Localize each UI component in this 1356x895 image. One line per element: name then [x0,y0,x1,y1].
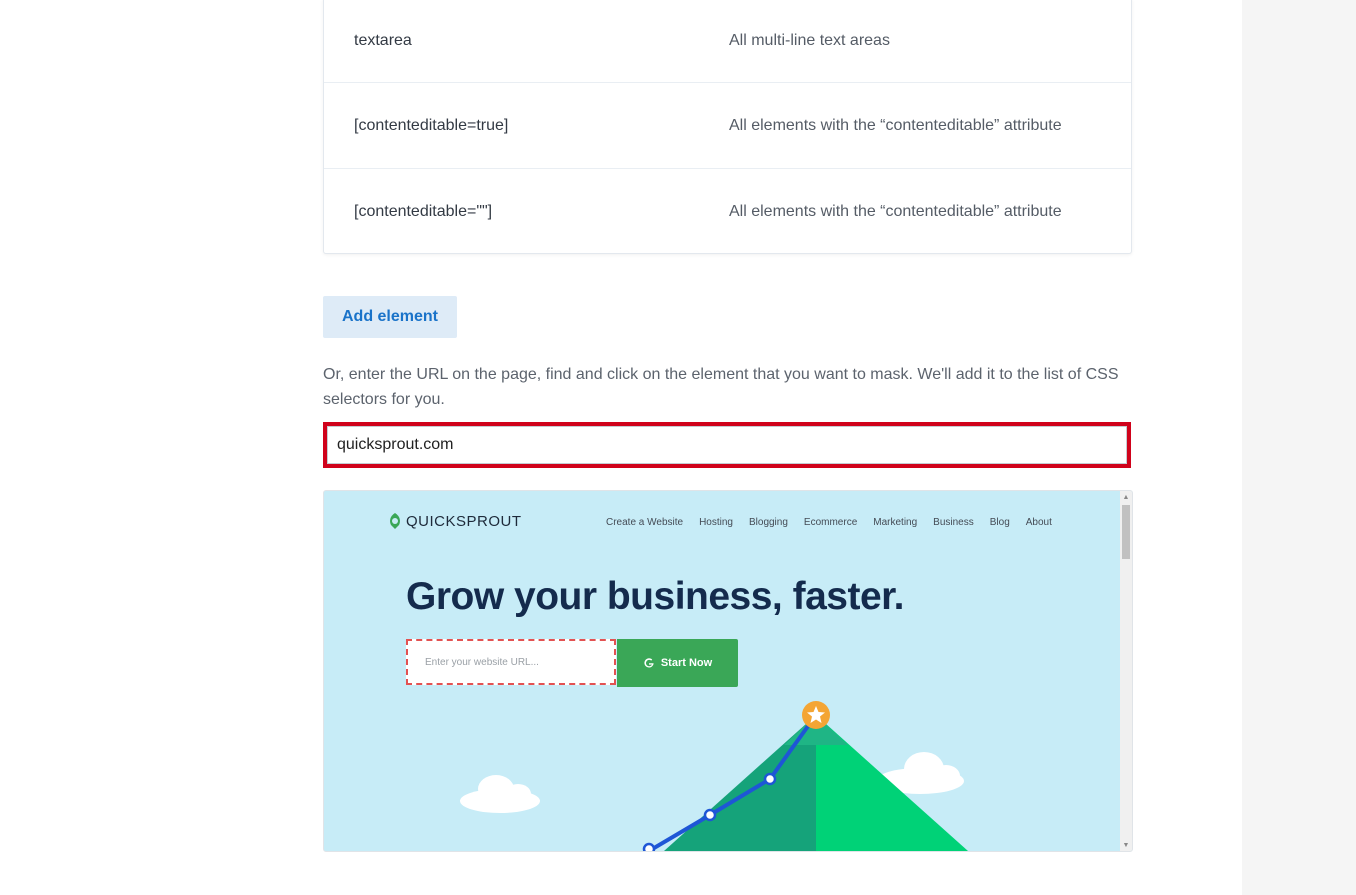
google-g-icon [644,658,654,668]
url-input-highlight [323,422,1131,468]
scroll-thumb[interactable] [1122,505,1130,559]
nav-item-ecommerce[interactable]: Ecommerce [804,517,857,528]
quicksprout-logo[interactable]: QUICKSPROUT [388,512,522,530]
nav-item-hosting[interactable]: Hosting [699,517,733,528]
description-cell: All multi-line text areas [729,31,890,49]
nav-item-business[interactable]: Business [933,517,974,528]
table-row: [contenteditable=""] All elements with t… [324,169,1131,254]
logo-text: QUICKSPROUT [406,512,522,530]
url-hint-text: Or, enter the URL on the page, find and … [323,366,1119,408]
start-now-button[interactable]: Start Now [617,639,738,687]
table-row: textarea All multi-line text areas [324,0,1131,83]
mountain-illustration [460,701,968,851]
preview-scrollbar[interactable]: ▲ ▼ [1120,491,1132,851]
nav-item-blog[interactable]: Blog [990,517,1010,528]
selector-cell: [contenteditable=""] [354,202,493,220]
nav-item-create-website[interactable]: Create a Website [606,517,683,528]
url-input[interactable] [327,426,1127,464]
preview-headline: Grow your business, faster. [406,575,905,618]
table-row: [contenteditable=true] All elements with… [324,83,1131,168]
nav-item-marketing[interactable]: Marketing [873,517,917,528]
selectors-table: textarea All multi-line text areas [cont… [323,0,1132,254]
right-side-panel [1242,0,1356,895]
description-cell: All elements with the “contenteditable” … [729,202,1062,220]
sprout-icon [390,513,400,529]
add-element-button[interactable]: Add element [323,296,457,338]
scroll-down-arrow-icon[interactable]: ▼ [1120,839,1132,851]
preview-nav: Create a Website Hosting Blogging Ecomme… [606,517,1052,528]
description-cell: All elements with the “contenteditable” … [729,116,1062,134]
preview-url-field[interactable]: Enter your website URL... [406,639,616,685]
start-now-label: Start Now [660,657,713,669]
nav-item-about[interactable]: About [1026,517,1052,528]
scroll-up-arrow-icon[interactable]: ▲ [1120,491,1132,503]
selector-cell: [contenteditable=true] [354,116,509,134]
nav-item-blogging[interactable]: Blogging [749,517,788,528]
selector-cell: textarea [354,31,412,49]
website-preview[interactable]: QUICKSPROUT Create a Website Hosting Blo… [323,490,1133,852]
